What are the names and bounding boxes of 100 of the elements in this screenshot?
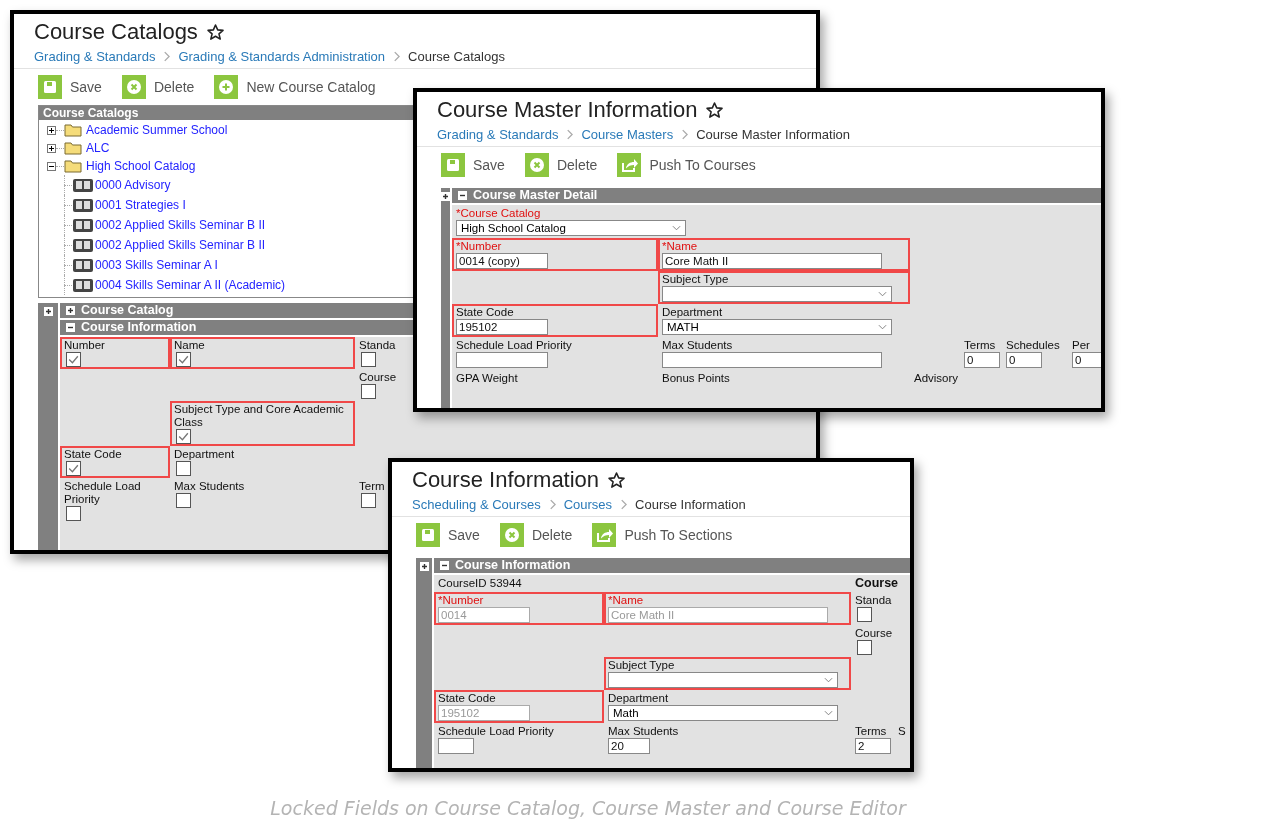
folder-icon [64, 159, 82, 173]
field-label: State Code [438, 692, 496, 705]
field-label: Department [662, 306, 723, 319]
text-field[interactable] [456, 352, 548, 368]
tree-item[interactable]: 0003 Skills Seminar A I [95, 258, 218, 272]
expander-icon[interactable] [47, 125, 56, 135]
field-label: Number [64, 339, 105, 352]
text-field[interactable]: Core Math II [662, 253, 882, 269]
push-button[interactable]: Push To Courses [617, 153, 756, 177]
text-field[interactable] [662, 352, 882, 368]
field-label: Terms [964, 339, 996, 352]
text-field[interactable]: 0 [964, 352, 1000, 368]
dropdown[interactable] [662, 286, 892, 302]
checkbox[interactable] [361, 352, 376, 367]
tree-item[interactable]: High School Catalog [86, 159, 196, 173]
book-icon [72, 177, 94, 193]
text-field[interactable]: 0 [1006, 352, 1042, 368]
expander-icon[interactable] [47, 143, 56, 153]
checkbox[interactable] [176, 352, 191, 367]
field-label: Schedules [1006, 339, 1060, 352]
delete-button[interactable]: Delete [121, 75, 195, 99]
tree-item[interactable]: ALC [86, 141, 110, 155]
text-field[interactable] [438, 738, 474, 754]
book-icon [72, 257, 94, 273]
star-icon[interactable] [205, 22, 225, 42]
field-label: *Course Catalog [456, 207, 541, 220]
checkbox[interactable] [176, 461, 191, 476]
star-icon[interactable] [607, 470, 627, 490]
text-field[interactable]: 195102 [456, 319, 548, 335]
book-icon [72, 277, 94, 293]
text-field[interactable]: 0014 (copy) [456, 253, 548, 269]
field-label: Schedule Load Priority [456, 339, 572, 352]
checkbox[interactable] [361, 384, 376, 399]
field-label: *Number [456, 240, 502, 253]
add-button[interactable]: New Course Catalog [214, 75, 376, 99]
breadcrumb-current: Course Catalogs [408, 48, 505, 64]
dropdown[interactable]: Math [608, 705, 838, 721]
plus-square-icon[interactable] [419, 562, 429, 571]
dropdown[interactable] [608, 672, 838, 688]
checkbox[interactable] [66, 506, 81, 521]
section-header[interactable]: Course Information [434, 558, 910, 575]
field-label: Course [855, 627, 893, 640]
text-field[interactable]: 20 [608, 738, 650, 754]
breadcrumb-link[interactable]: Grading & Standards [437, 126, 559, 142]
field-label: Schedule Load Priority [438, 725, 554, 738]
tree-item[interactable]: Academic Summer School [86, 123, 228, 137]
field-label: Max Students [662, 339, 733, 352]
field-label: S [898, 725, 906, 738]
checkbox[interactable] [857, 607, 872, 622]
save-button[interactable]: Save [441, 153, 505, 177]
caret-icon [824, 710, 833, 716]
chevron-icon [163, 50, 171, 62]
plus-square-icon[interactable] [43, 307, 53, 316]
expander-icon[interactable] [47, 161, 56, 171]
dropdown[interactable]: MATH [662, 319, 892, 335]
plus-square-icon[interactable] [441, 192, 450, 201]
tree-item[interactable]: 0002 Applied Skills Seminar B II [95, 238, 266, 252]
tree-item[interactable]: 0000 Advisory [95, 178, 171, 192]
tree-item[interactable]: 0001 Strategies I [95, 198, 186, 212]
field-label: State Code [456, 306, 514, 319]
section-header[interactable]: Course Master Detail [452, 188, 1101, 205]
breadcrumb-link[interactable]: Course Masters [581, 126, 674, 142]
checkbox[interactable] [66, 352, 81, 367]
caret-icon [878, 291, 887, 297]
field-label: Max Students [174, 480, 245, 493]
page-title: Course Catalogs [34, 19, 198, 45]
breadcrumb-link[interactable]: Scheduling & Courses [412, 496, 541, 512]
save-button[interactable]: Save [416, 523, 480, 547]
book-icon [72, 217, 94, 233]
dropdown[interactable]: High School Catalog [456, 220, 686, 236]
field-label: GPA Weight [456, 372, 518, 385]
field-label: *Name [662, 240, 698, 253]
checkbox[interactable] [66, 461, 81, 476]
checkbox[interactable] [857, 640, 872, 655]
caret-icon [672, 225, 681, 231]
checkbox[interactable] [176, 429, 191, 444]
field-label: Subject Type [608, 659, 675, 672]
star-icon[interactable] [705, 100, 725, 120]
field-label: Term [359, 480, 385, 493]
delete-button[interactable]: Delete [499, 523, 573, 547]
delete-button[interactable]: Delete [524, 153, 598, 177]
text-field[interactable]: 2 [855, 738, 891, 754]
checkbox[interactable] [361, 493, 376, 508]
book-icon [72, 197, 94, 213]
field-label: Standa [855, 594, 892, 607]
push-button[interactable]: Push To Sections [592, 523, 733, 547]
breadcrumb-link[interactable]: Grading & Standards Administration [178, 48, 386, 64]
breadcrumb-link[interactable]: Courses [563, 496, 613, 512]
field-label: Subject Type [662, 273, 729, 286]
field-label: Subject Type and Core Academic Class [174, 403, 345, 429]
save-button[interactable]: Save [38, 75, 102, 99]
field-label: Course [359, 371, 397, 384]
field-label: Bonus Points [662, 372, 730, 385]
checkbox[interactable] [176, 493, 191, 508]
text-field[interactable]: 0 [1072, 352, 1101, 368]
breadcrumb-link[interactable]: Grading & Standards [34, 48, 156, 64]
tree-item[interactable]: 0004 Skills Seminar A II (Academic) [95, 278, 286, 292]
field-label: CourseID 53944 [438, 577, 522, 590]
tree-item[interactable]: 0002 Applied Skills Seminar B II [95, 218, 266, 232]
breadcrumb-current: Course Master Information [696, 126, 851, 142]
